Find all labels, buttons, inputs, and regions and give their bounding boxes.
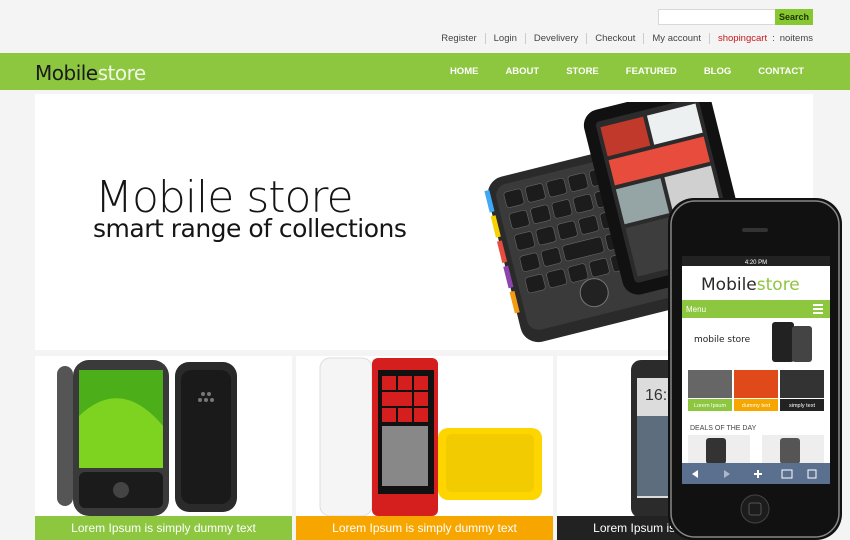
phone-menu-label: Menu (686, 305, 706, 314)
shopping-cart-link[interactable]: shopingcart (708, 33, 769, 44)
nav-store[interactable]: STORE (566, 66, 599, 77)
account-links: Register Login Develivery Checkout My ac… (433, 33, 813, 44)
lumia-phone-image (319, 357, 542, 517)
product-caption[interactable]: Lorem Ipsum is simply dummy text (296, 516, 553, 540)
blackberry-phone-image (57, 360, 237, 516)
nav-blog[interactable]: BLOG (704, 66, 731, 77)
phone-logo-store: store (757, 275, 800, 295)
phone-logo-mobile: Mobile (701, 275, 757, 295)
phone-tab-3: simply text (789, 403, 815, 409)
search-button[interactable]: Search (775, 9, 813, 25)
delivery-link[interactable]: Develivery (524, 33, 586, 44)
site-logo[interactable]: Mobilestore (35, 61, 146, 85)
my-account-link[interactable]: My account (643, 33, 709, 44)
phone-status-time: 4:20 PM (745, 260, 767, 266)
product-card[interactable]: Lorem Ipsum is simply dummy text (296, 356, 553, 540)
main-navbar: Mobilestore HOME ABOUT STORE FEATURED BL… (0, 53, 850, 90)
top-bar: Search Register Login Develivery Checkou… (0, 0, 850, 53)
product-card[interactable]: Lorem Ipsum is simply dummy text (35, 356, 292, 540)
logo-text-store: store (97, 61, 147, 85)
phone-tab-1: Lorem Ipsum (694, 403, 727, 409)
phone-banner-title: mobile store (694, 335, 751, 345)
nav-featured[interactable]: FEATURED (626, 66, 677, 77)
cart-items-count: noitems (779, 33, 813, 44)
cart-separator: : (772, 33, 775, 44)
login-link[interactable]: Login (484, 33, 525, 44)
hero-subtitle: smart range of collections (93, 214, 407, 243)
phone-logo: Mobilestore (701, 275, 800, 295)
checkout-link[interactable]: Checkout (586, 33, 643, 44)
logo-text-mobile: Mobile (35, 61, 98, 85)
nav-contact[interactable]: CONTACT (758, 66, 804, 77)
phone-menu-icon (813, 304, 823, 314)
search-input[interactable] (658, 9, 784, 25)
phone-tab-2: dummy text (742, 403, 771, 409)
iphone-preview-mockup: 4:20 PM Mobilestore Menu mobile store Lo… (668, 198, 842, 540)
register-link[interactable]: Register (433, 33, 484, 44)
nav-about[interactable]: ABOUT (505, 66, 539, 77)
product-caption[interactable]: Lorem Ipsum is simply dummy text (35, 516, 292, 540)
nav-menu: HOME ABOUT STORE FEATURED BLOG CONTACT (423, 66, 804, 77)
nav-home[interactable]: HOME (450, 66, 479, 77)
phone-deals-heading: DEALS OF THE DAY (690, 425, 757, 432)
